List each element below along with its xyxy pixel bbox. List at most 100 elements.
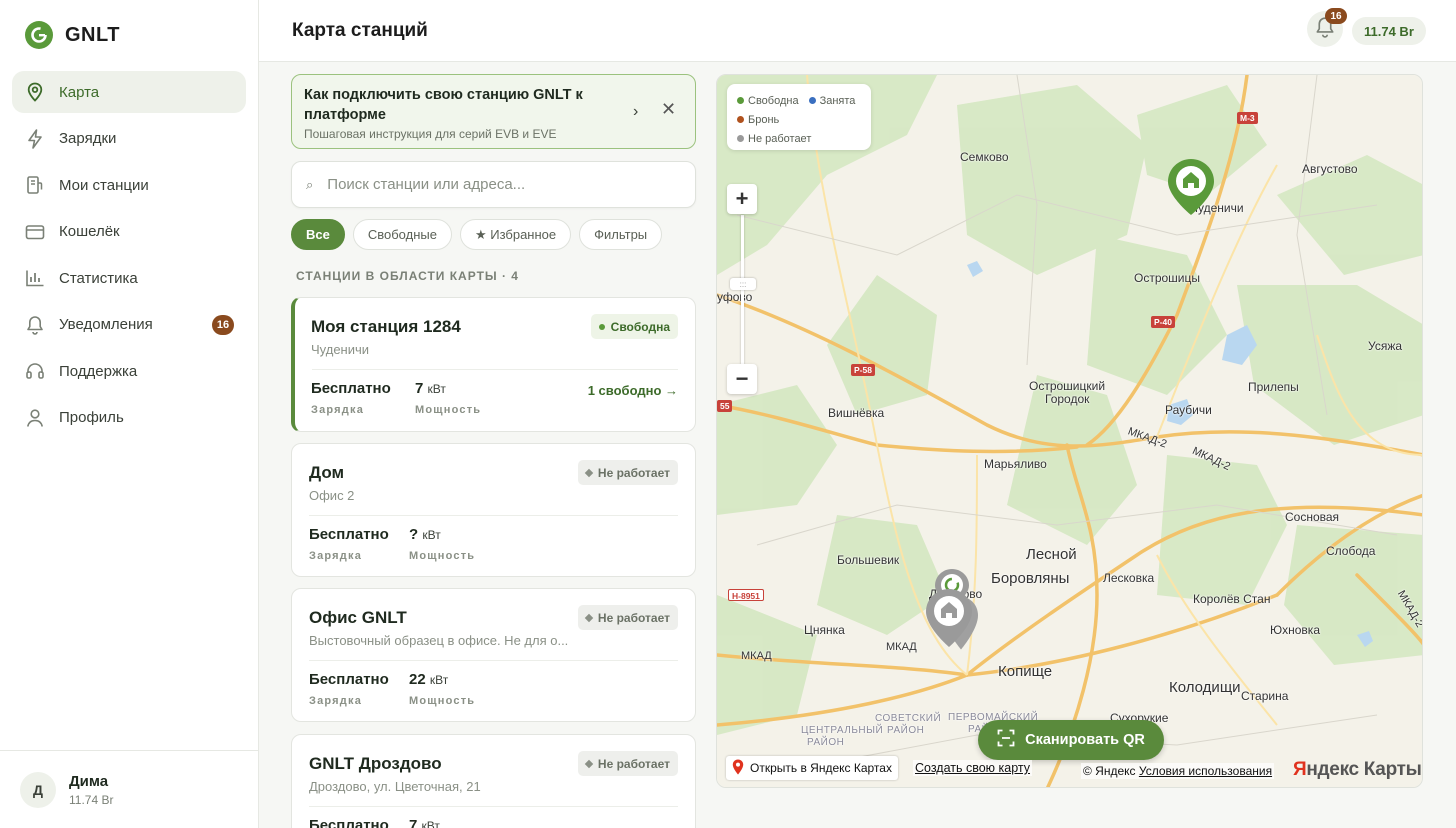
map-label: Вишнёвка [828,406,885,420]
stations-list-header: Станции в области карты · 4 [296,269,519,283]
station-power: 7 кВт [415,380,446,397]
legend-label: Свободна [748,94,799,107]
price-label: Зарядка [309,550,363,562]
user-profile[interactable]: Д Дима 11.74 Br [0,750,258,828]
map-label: Марьяливо [984,457,1047,471]
nav-item-my-stations[interactable]: Мои станции [12,164,246,206]
nav-item-profile[interactable]: Профиль [12,397,246,439]
nav-item-wallet[interactable]: Кошелёк [12,211,246,253]
divider [312,369,678,370]
scan-qr-button[interactable]: Сканировать QR [978,720,1164,760]
search-input[interactable] [327,176,668,193]
divider [309,660,678,661]
map-label: СОВЕТСКИЙ [875,713,942,724]
legend-item: Свободна [737,95,799,107]
zoom-in-button[interactable]: + [727,184,757,214]
nav-item-map[interactable]: Карта [12,71,246,113]
legend-label: Занята [819,94,856,107]
filter-favorites[interactable]: ★ Избранное [459,219,572,250]
legend-label: Не работает [748,132,812,145]
map-label: РАЙОН [887,725,925,736]
terms-link[interactable]: Условия использования [1139,764,1272,778]
banner-subtitle: Пошаговая инструкция для серий EVB и EVE [304,127,557,141]
station-price: Бесплатно [309,526,389,543]
map-label: МКАД [886,641,917,653]
nav-item-label: Зарядки [59,130,117,147]
station-card[interactable]: Дом Офис 2 Не работает Бесплатно Зарядка… [291,443,696,577]
power-unit: кВт [421,819,440,828]
status-badge: Не работает [577,751,678,776]
road-sign: Н-8951 [728,589,764,601]
yandex-logo-letter: Я [1293,759,1307,780]
nav-item-label: Карта [59,83,100,101]
map-label: Лесковка [1103,571,1155,585]
station-pin-free[interactable] [1166,157,1216,222]
close-icon[interactable]: ✕ [661,99,676,120]
user-name: Дима [69,772,109,790]
station-power: ? кВт [409,526,441,543]
legend-item: Не работает [737,133,811,145]
create-map-link[interactable]: Создать свою карту [913,760,1033,776]
filter-all[interactable]: Все [291,219,345,250]
station-card[interactable]: Офис GNLT Выстовочный образец в офисе. Н… [291,588,696,722]
filter-chips: Все Свободные ★ Избранное Фильтры [291,219,663,250]
station-name: Моя станция 1284 [311,317,461,336]
connect-station-banner[interactable]: Как подключить свою станцию GNLT к платф… [291,74,696,149]
station-pin-offline[interactable] [924,587,974,654]
map-label: МКАД [741,650,772,662]
map-label: Острошицкий [1029,379,1106,393]
status-diamond-icon [584,613,594,622]
nav-item-support[interactable]: Поддержка [12,350,246,392]
station-card[interactable]: GNLT Дроздово Дроздово, ул. Цветочная, 2… [291,734,696,828]
user-balance: 11.74 Br [69,792,114,807]
map-label: Слобода [1326,544,1376,558]
free-connectors-link[interactable]: 1 свободно → [588,383,678,398]
power-label: Мощность [415,404,482,416]
station-price: Бесплатно [311,380,391,397]
filter-free[interactable]: Свободные [352,219,452,250]
map-label: Лесной [1026,546,1077,563]
map-label: Королёв Стан [1193,592,1271,606]
status-diamond-icon [584,468,594,477]
copyright-text: © Яндекс [1083,764,1136,778]
chevron-right-icon[interactable]: › [633,103,638,121]
station-card[interactable]: Моя станция 1284 Чуденичи Свободна Беспл… [291,297,696,432]
sidebar: GNLT Карта Зарядки Мои станции Кошелёк С… [0,0,259,828]
notifications-button[interactable]: 16 [1307,8,1347,47]
nav-item-label: Кошелёк [59,223,120,240]
qr-scan-icon [997,729,1015,751]
map-label: Старина [1241,689,1289,703]
yandex-maps-logo: Яндекс Карты [1293,759,1422,781]
map-view[interactable]: Семково Августово Чуденичи Острошицы Уся… [716,74,1423,788]
open-in-yandex-button[interactable]: Открыть в Яндекс Картах [726,756,898,780]
nav-item-label: Профиль [59,409,124,426]
zoom-out-button[interactable]: − [727,364,757,394]
open-in-yandex-label: Открыть в Яндекс Картах [750,761,892,775]
map-label: Юхновка [1270,623,1320,637]
station-name: Дом [309,463,345,482]
map-label: РАЙОН [807,737,845,748]
nav-item-charges[interactable]: Зарядки [12,118,246,160]
station-power: 7 кВт [409,817,440,828]
nav-item-statistics[interactable]: Статистика [12,257,246,299]
balance-badge[interactable]: 11.74 Br [1352,17,1426,45]
price-label: Зарядка [311,404,365,416]
power-unit: кВт [427,382,446,396]
yandex-logo-text: ндекс Карты [1306,759,1422,780]
logo[interactable]: GNLT [25,21,120,49]
divider [309,806,678,807]
power-value: 7 [415,380,424,397]
status-dot-icon [737,97,744,104]
status-label: Не работает [597,610,670,625]
map-label: Городок [1045,392,1090,406]
status-badge: Свободна [590,314,678,339]
nav-item-notifications[interactable]: Уведомления 16 [12,304,246,346]
zoom-slider-handle[interactable]: ::: [730,278,756,290]
map-label: Колодищи [1169,679,1241,696]
map-label: Большевик [837,553,900,567]
headset-icon [25,361,45,381]
banner-title: Как подключить свою станцию GNLT к платф… [304,87,583,123]
zoom-slider-track[interactable] [741,215,744,365]
map-label: Цнянка [804,623,845,637]
filter-more[interactable]: Фильтры [579,219,663,250]
